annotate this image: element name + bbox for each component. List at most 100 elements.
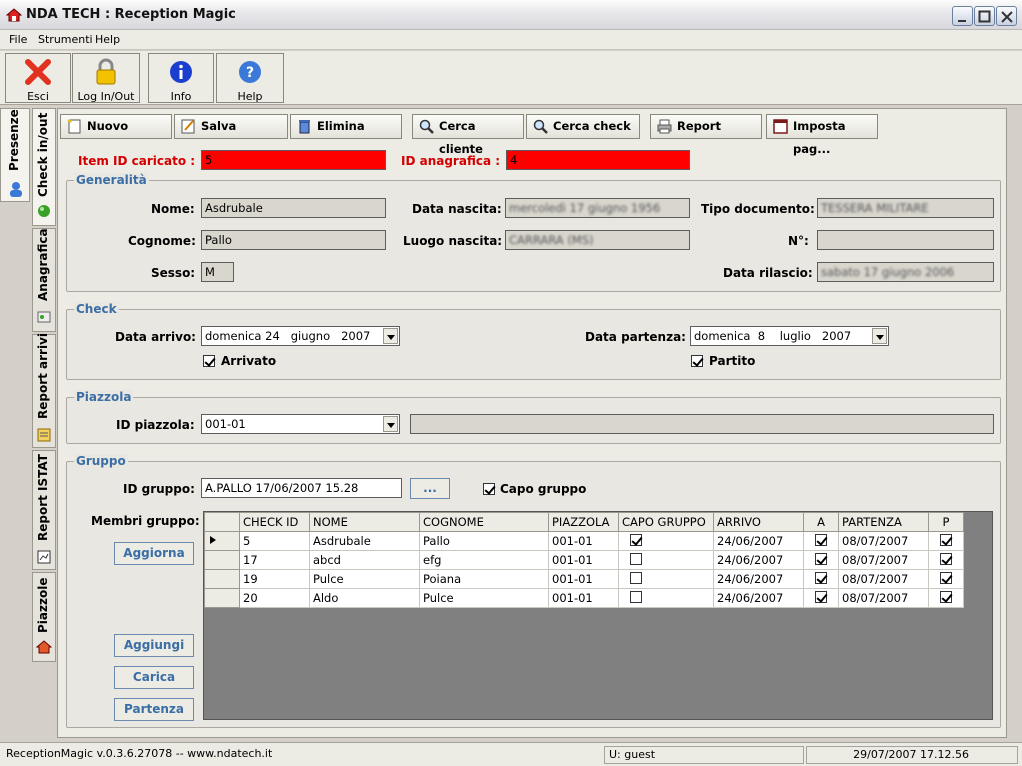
capo-gruppo-checkbox[interactable]	[630, 534, 642, 546]
capo-gruppo-cell[interactable]	[618, 550, 714, 570]
data-nascita-field[interactable]: mercoledì 17 giugno 1956	[505, 198, 690, 218]
partenza-button[interactable]: Partenza	[114, 698, 194, 721]
cell-nome[interactable]: Aldo	[309, 588, 420, 608]
cell-arrivo[interactable]: 24/06/2007	[713, 569, 804, 589]
cell-partenza[interactable]: 08/07/2007	[838, 550, 929, 570]
salva-label[interactable]: Salva	[201, 119, 236, 133]
tab-report-arrivi[interactable]: Report arrivi	[32, 333, 56, 448]
cell-cognome[interactable]: Pallo	[419, 531, 549, 551]
cell-partenza[interactable]: 08/07/2007	[838, 531, 929, 551]
capo-gruppo-checkbox[interactable]	[483, 483, 495, 495]
arrivato-checkbox[interactable]	[815, 553, 827, 565]
cell-partenza[interactable]: 08/07/2007	[838, 569, 929, 589]
cell-check-id[interactable]: 5	[239, 531, 310, 551]
cell-cognome[interactable]: efg	[419, 550, 549, 570]
column-capo-gruppo[interactable]: CAPO GRUPPO	[618, 512, 714, 532]
menu-strumenti[interactable]: Strumenti	[38, 33, 93, 46]
chevron-down-icon[interactable]	[383, 416, 398, 432]
id-piazzola-select[interactable]: 001-01	[201, 414, 400, 434]
sesso-field[interactable]: M	[201, 262, 234, 282]
tab-check-in-out[interactable]: Check in/out	[32, 108, 56, 226]
column-nome[interactable]: NOME	[309, 512, 420, 532]
tipo-documento-field[interactable]: TESSERA MILITARE	[817, 198, 994, 218]
cell-check-id[interactable]: 19	[239, 569, 310, 589]
current-row-indicator[interactable]	[204, 531, 240, 551]
capo-gruppo-cell[interactable]	[618, 531, 714, 551]
cell-arrivo[interactable]: 24/06/2007	[713, 531, 804, 551]
cell-cognome[interactable]: Poiana	[419, 569, 549, 589]
partito-checkbox[interactable]	[691, 355, 703, 367]
arrivato-checkbox[interactable]	[815, 591, 827, 603]
arrivato-cell[interactable]	[803, 531, 839, 551]
chevron-down-icon[interactable]	[872, 328, 887, 344]
id-gruppo-field[interactable]: A.PALLO 17/06/2007 15.28	[201, 478, 402, 498]
table-row[interactable]: 19 Pulce Poiana 001-01 24/06/2007 08/07/2007	[204, 569, 964, 589]
tab-report-istat[interactable]: Report ISTAT	[32, 450, 56, 570]
arrivato-cell[interactable]	[803, 588, 839, 608]
cell-check-id[interactable]: 17	[239, 550, 310, 570]
row-header[interactable]	[204, 569, 240, 589]
column-check-id[interactable]: CHECK ID	[239, 512, 310, 532]
column-arrivo[interactable]: ARRIVO	[713, 512, 804, 532]
close-window-button[interactable]	[996, 6, 1017, 26]
capo-gruppo-cell[interactable]	[618, 569, 714, 589]
report-button[interactable]: Report	[650, 114, 762, 139]
aggiorna-button[interactable]: Aggiorna	[114, 542, 194, 565]
login-button[interactable]: Log In/Out	[72, 53, 140, 103]
capo-gruppo-checkbox[interactable]	[630, 572, 642, 584]
arrivato-checkbox[interactable]	[815, 534, 827, 546]
cell-arrivo[interactable]: 24/06/2007	[713, 588, 804, 608]
cerca-check-button[interactable]: Cerca check	[526, 114, 640, 139]
menu-file[interactable]: File	[9, 33, 27, 46]
aggiungi-button[interactable]: Aggiungi	[114, 634, 194, 657]
capo-gruppo-checkbox[interactable]	[630, 553, 642, 565]
table-row[interactable]: 17 abcd efg 001-01 24/06/2007 08/07/2007	[204, 550, 964, 570]
chevron-down-icon[interactable]	[383, 328, 398, 344]
cell-nome[interactable]: abcd	[309, 550, 420, 570]
cell-piazzola[interactable]: 001-01	[548, 531, 619, 551]
membri-grid[interactable]: CHECK ID NOME COGNOME PIAZZOLA CAPO GRUP…	[203, 511, 993, 720]
arrivato-checkbox[interactable]	[203, 355, 215, 367]
partito-checkbox[interactable]	[940, 534, 952, 546]
column-p[interactable]: P	[928, 512, 964, 532]
luogo-nascita-field[interactable]: CARRARA (MS)	[505, 230, 690, 250]
cell-cognome[interactable]: Pulce	[419, 588, 549, 608]
partito-checkbox[interactable]	[940, 572, 952, 584]
column-cognome[interactable]: COGNOME	[419, 512, 549, 532]
carica-button[interactable]: Carica	[114, 666, 194, 689]
menu-help[interactable]: Help	[95, 33, 120, 46]
arrivato-checkbox[interactable]	[815, 572, 827, 584]
cell-partenza[interactable]: 08/07/2007	[838, 588, 929, 608]
browse-gruppo-button[interactable]: ...	[410, 478, 450, 499]
piazzola-description-field[interactable]	[410, 414, 994, 434]
cell-nome[interactable]: Asdrubale	[309, 531, 420, 551]
data-partenza-picker[interactable]: domenica 8 luglio 2007	[690, 326, 889, 346]
capo-gruppo-checkbox[interactable]	[630, 591, 642, 603]
column-piazzola[interactable]: PIAZZOLA	[548, 512, 619, 532]
cell-check-id[interactable]: 20	[239, 588, 310, 608]
imposta-pagina-button[interactable]: Imposta pag...	[766, 114, 878, 156]
tab-piazzole[interactable]: Piazzole	[32, 572, 56, 662]
info-button[interactable]: Info	[148, 53, 214, 103]
table-row[interactable]: 20 Aldo Pulce 001-01 24/06/2007 08/07/2007	[204, 588, 964, 608]
column-a[interactable]: A	[803, 512, 839, 532]
row-header[interactable]	[204, 550, 240, 570]
tab-anagrafica[interactable]: Anagrafica	[32, 228, 56, 332]
nome-field[interactable]: Asdrubale	[201, 198, 386, 218]
partito-checkbox[interactable]	[940, 591, 952, 603]
cognome-field[interactable]: Pallo	[201, 230, 386, 250]
cell-piazzola[interactable]: 001-01	[548, 550, 619, 570]
help-button[interactable]: ? Help	[216, 53, 284, 103]
data-rilascio-field[interactable]: sabato 17 giugno 2006	[817, 262, 994, 282]
data-arrivo-picker[interactable]: domenica 24 giugno 2007	[201, 326, 400, 346]
salva-button[interactable]: Salva	[174, 114, 288, 139]
cerca-cliente-button[interactable]: Cerca cliente	[412, 114, 524, 156]
numero-field[interactable]	[817, 230, 994, 250]
row-header[interactable]	[204, 588, 240, 608]
nuovo-button[interactable]: Nuovo	[60, 114, 172, 139]
minimize-button[interactable]	[952, 6, 973, 26]
elimina-button[interactable]: Elimina	[290, 114, 402, 139]
partito-checkbox[interactable]	[940, 553, 952, 565]
arrivato-cell[interactable]	[803, 550, 839, 570]
tab-presenze[interactable]: Presenze	[0, 108, 30, 202]
